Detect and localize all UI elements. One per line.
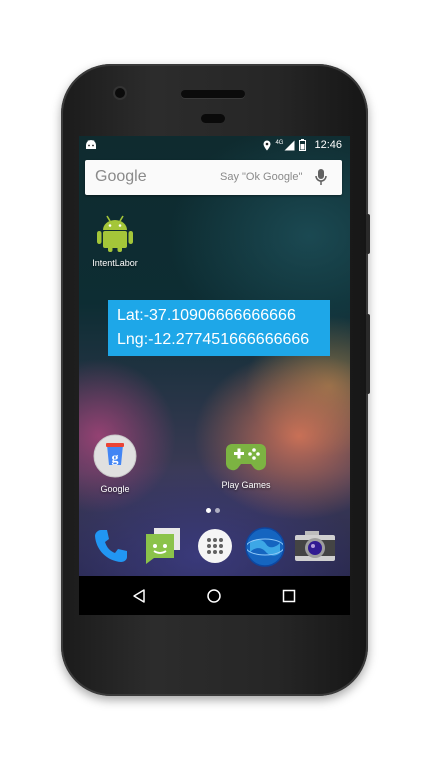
earpiece (181, 90, 245, 98)
page-dot (215, 508, 220, 513)
front-camera (115, 88, 125, 98)
longitude-text: Lng:-12.277451666666666 (117, 331, 310, 348)
dock-phone[interactable] (91, 526, 131, 568)
home-icon[interactable] (204, 586, 224, 606)
dock-browser[interactable] (243, 526, 287, 570)
google-app-icon: g (93, 434, 137, 478)
app-drawer-icon (198, 529, 232, 563)
status-time: 12:46 (314, 139, 342, 151)
android-notification-icon (86, 140, 96, 149)
status-bar: 4G 12:46 (79, 136, 350, 154)
google-search-bar[interactable]: Google Say "Ok Google" (85, 160, 342, 195)
play-games-icon (226, 444, 266, 471)
page-dot (206, 508, 211, 513)
location-overlay: Lat:-37.10906666666666 Lng:-12.277451666… (108, 300, 330, 356)
navigation-bar (79, 576, 350, 615)
google-logo: Google (95, 168, 147, 185)
signal-icon (284, 140, 295, 150)
dock-messaging[interactable] (141, 526, 185, 568)
browser-app-icon (245, 527, 285, 567)
app-intentlabor[interactable]: IntentLabor (90, 214, 140, 268)
phone-app-icon (95, 530, 127, 562)
microphone-icon[interactable] (315, 168, 327, 186)
dock-app-drawer[interactable] (195, 526, 235, 568)
app-label: IntentLabor (92, 258, 138, 268)
network-type: 4G (275, 139, 284, 146)
search-hint: Say "Ok Google" (220, 171, 303, 183)
home-screen: 4G 12:46 Google Say "Ok Google" IntentLa… (79, 136, 350, 615)
proximity-sensor (201, 114, 225, 123)
location-icon (263, 140, 271, 150)
app-label: Google (100, 484, 130, 494)
volume-key[interactable] (366, 214, 370, 254)
messaging-app-icon (146, 528, 180, 564)
recents-icon[interactable] (279, 586, 299, 606)
android-app-icon (97, 215, 133, 252)
dock-camera[interactable] (293, 526, 337, 568)
power-key[interactable] (366, 314, 370, 394)
latitude-text: Lat:-37.10906666666666 (117, 307, 296, 324)
svg-text:g: g (112, 451, 119, 466)
dock (79, 520, 350, 572)
app-google[interactable]: g Google (90, 434, 140, 494)
battery-icon (299, 139, 307, 151)
page-indicator (206, 508, 220, 513)
back-icon[interactable] (129, 586, 149, 606)
app-play-games[interactable]: Play Games (221, 436, 271, 490)
camera-app-icon (295, 531, 335, 561)
app-label: Play Games (221, 480, 271, 490)
